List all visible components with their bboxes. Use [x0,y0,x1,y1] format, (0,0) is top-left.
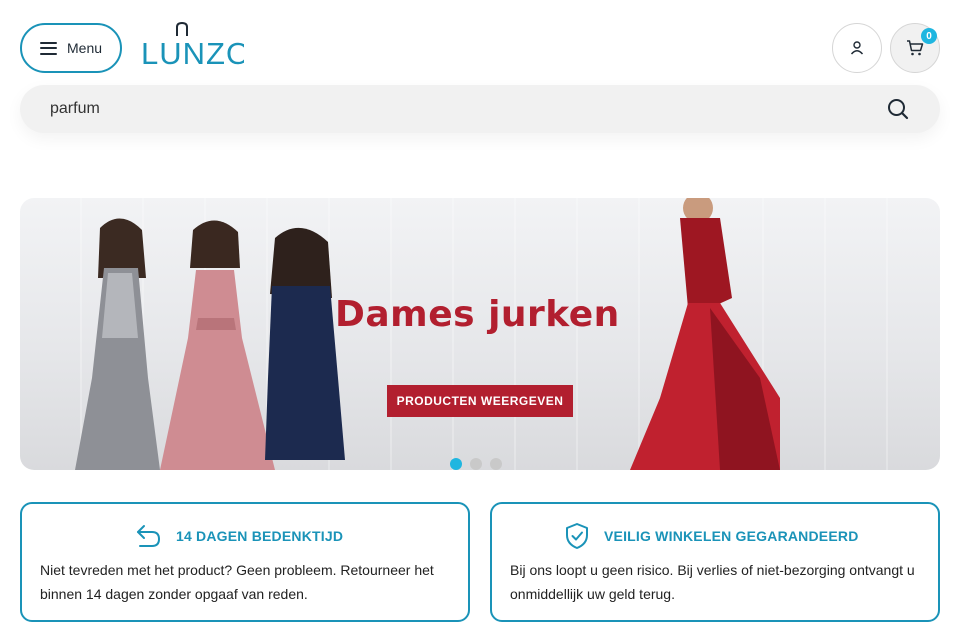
menu-label: Menu [67,40,103,56]
site-logo[interactable]: LUNZO [140,22,244,68]
account-button[interactable] [832,23,882,73]
search-bar [20,85,940,133]
user-icon [850,41,864,55]
return-arrow-icon [137,525,161,547]
site-header: Menu LUNZO 0 [0,0,960,160]
feature-card-header: VEILIG WINKELEN GEGARANDEERD [564,522,859,550]
feature-text: Bij ons loopt u geen risico. Bij verlies… [510,562,915,602]
feature-card-header: 14 DAGEN BEDENKTIJD [134,522,343,550]
feature-title: 14 DAGEN BEDENKTIJD [176,528,344,544]
hero-banner[interactable]: Dames jurken PRODUCTEN WEERGEVEN [20,198,940,470]
feature-card-secure: VEILIG WINKELEN GEGARANDEERD Bij ons loo… [490,502,940,622]
carousel-dot-3[interactable] [490,458,502,470]
hamburger-icon [40,41,57,55]
cart-count-badge: 0 [921,28,937,44]
banner-cta-button[interactable]: PRODUCTEN WEERGEVEN [387,385,573,417]
cart-button[interactable]: 0 [890,23,940,73]
menu-button[interactable]: Menu [20,23,122,73]
carousel-dots [450,458,502,470]
banner-title: Dames jurken [335,294,620,335]
shield-check-icon [566,523,588,549]
search-input[interactable] [50,100,886,118]
logo-text: LUNZO [141,36,244,68]
search-icon[interactable] [886,97,910,121]
carousel-dot-1[interactable] [450,458,462,470]
feature-title: VEILIG WINKELEN GEGARANDEERD [604,528,859,544]
feature-text: Niet tevreden met het product? Geen prob… [40,562,434,602]
feature-card-returns: 14 DAGEN BEDENKTIJD Niet tevreden met he… [20,502,470,622]
cart-icon [907,40,924,56]
carousel-dot-2[interactable] [470,458,482,470]
